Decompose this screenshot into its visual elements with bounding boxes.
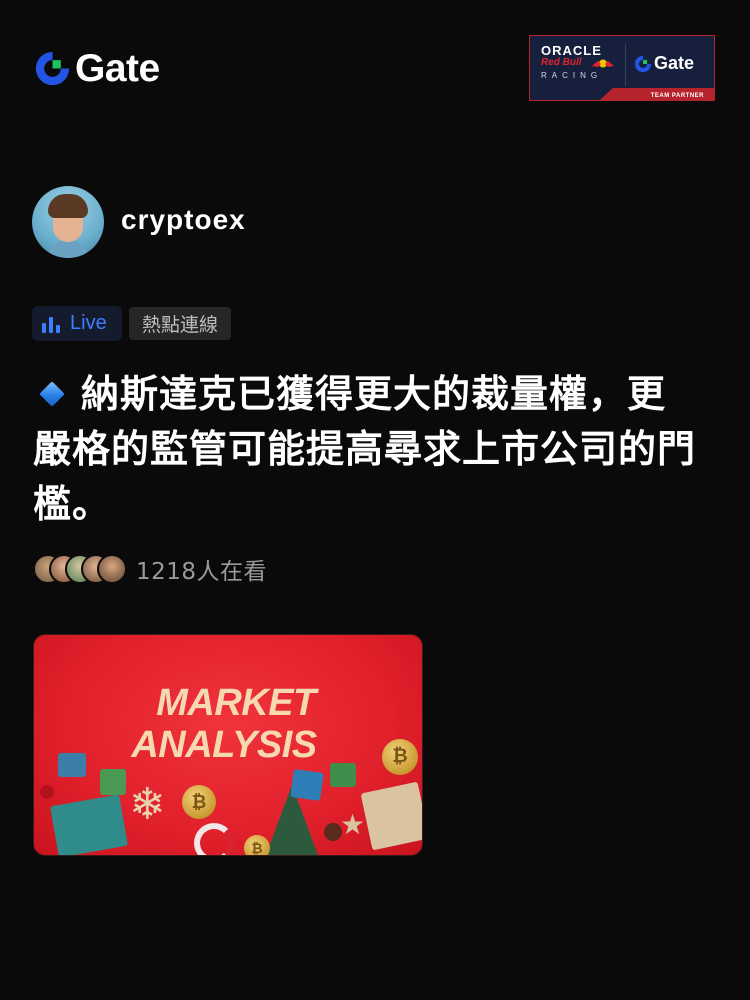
watcher-avatars — [33, 553, 129, 585]
team-partner-label: TEAM PARTNER — [650, 93, 704, 99]
hot-topic-tag[interactable]: 熱點連線 — [129, 307, 231, 340]
blue-diamond-icon — [37, 379, 67, 409]
racing-wordmark: RACING — [541, 71, 603, 80]
author-name[interactable]: cryptoex — [121, 204, 246, 236]
ornament-icon — [324, 823, 342, 841]
gift-icon — [330, 763, 356, 787]
coin-symbol: ₿ — [191, 791, 207, 812]
gift-icon — [100, 769, 126, 795]
ornament-icon — [40, 785, 54, 799]
partner-gate-logo: Gate — [634, 53, 694, 74]
gift-icon — [50, 794, 128, 855]
gate-mini-icon — [634, 55, 652, 72]
partner-banner[interactable]: ORACLE Red Bull RACING Gate TEAM PARTNER — [529, 35, 715, 101]
coin-symbol: ₿ — [251, 840, 263, 856]
gift-icon — [58, 753, 86, 777]
gift-icon — [290, 769, 324, 801]
bitcoin-coin-icon: ₿ — [182, 785, 216, 819]
post-image[interactable]: MARKET ANALYSIS ❄ ₿ ₿ ★ ₿ — [33, 634, 423, 856]
watcher-count: 1218人在看 — [136, 559, 268, 585]
candy-cane-icon — [194, 823, 234, 855]
partner-divider — [625, 44, 626, 86]
gate-logo-icon — [35, 51, 70, 86]
partner-gate-name: Gate — [654, 53, 695, 73]
avatar-shoulders — [46, 240, 90, 258]
snowflake-icon: ❄ — [129, 779, 166, 830]
post-page: Gate ORACLE Red Bull RACING Gate TEAM PA… — [0, 0, 750, 1000]
redbull-bull-icon — [592, 59, 614, 68]
coin-symbol: ₿ — [392, 746, 408, 767]
headline-text: 納斯達克已獲得更大的裁量權，更嚴格的監管可能提高尋求上市公司的門檻。 — [33, 372, 697, 526]
avatar-hair — [48, 194, 88, 218]
live-label: Live — [70, 312, 107, 334]
author-avatar[interactable] — [32, 186, 104, 258]
gate-logo[interactable]: Gate — [34, 49, 160, 88]
bitcoin-coin-icon: ₿ — [244, 835, 270, 856]
brand-name: Gate — [75, 47, 160, 90]
gift-icon — [360, 781, 422, 851]
image-title-line1: MARKET — [156, 682, 316, 724]
live-bars-icon — [42, 315, 62, 333]
star-icon: ★ — [340, 808, 366, 841]
watchers-row: 1218人在看 — [33, 553, 267, 585]
live-tag[interactable]: Live — [32, 306, 122, 341]
redbull-wordmark: Red Bull — [541, 57, 582, 68]
bitcoin-coin-icon: ₿ — [382, 739, 418, 775]
oracle-wordmark: ORACLE — [541, 43, 602, 58]
image-title-line2: ANALYSIS — [131, 724, 317, 766]
post-headline[interactable]: 納斯達克已獲得更大的裁量權，更嚴格的監管可能提高尋求上市公司的門檻。 — [33, 367, 703, 532]
watcher-avatar — [97, 554, 127, 584]
